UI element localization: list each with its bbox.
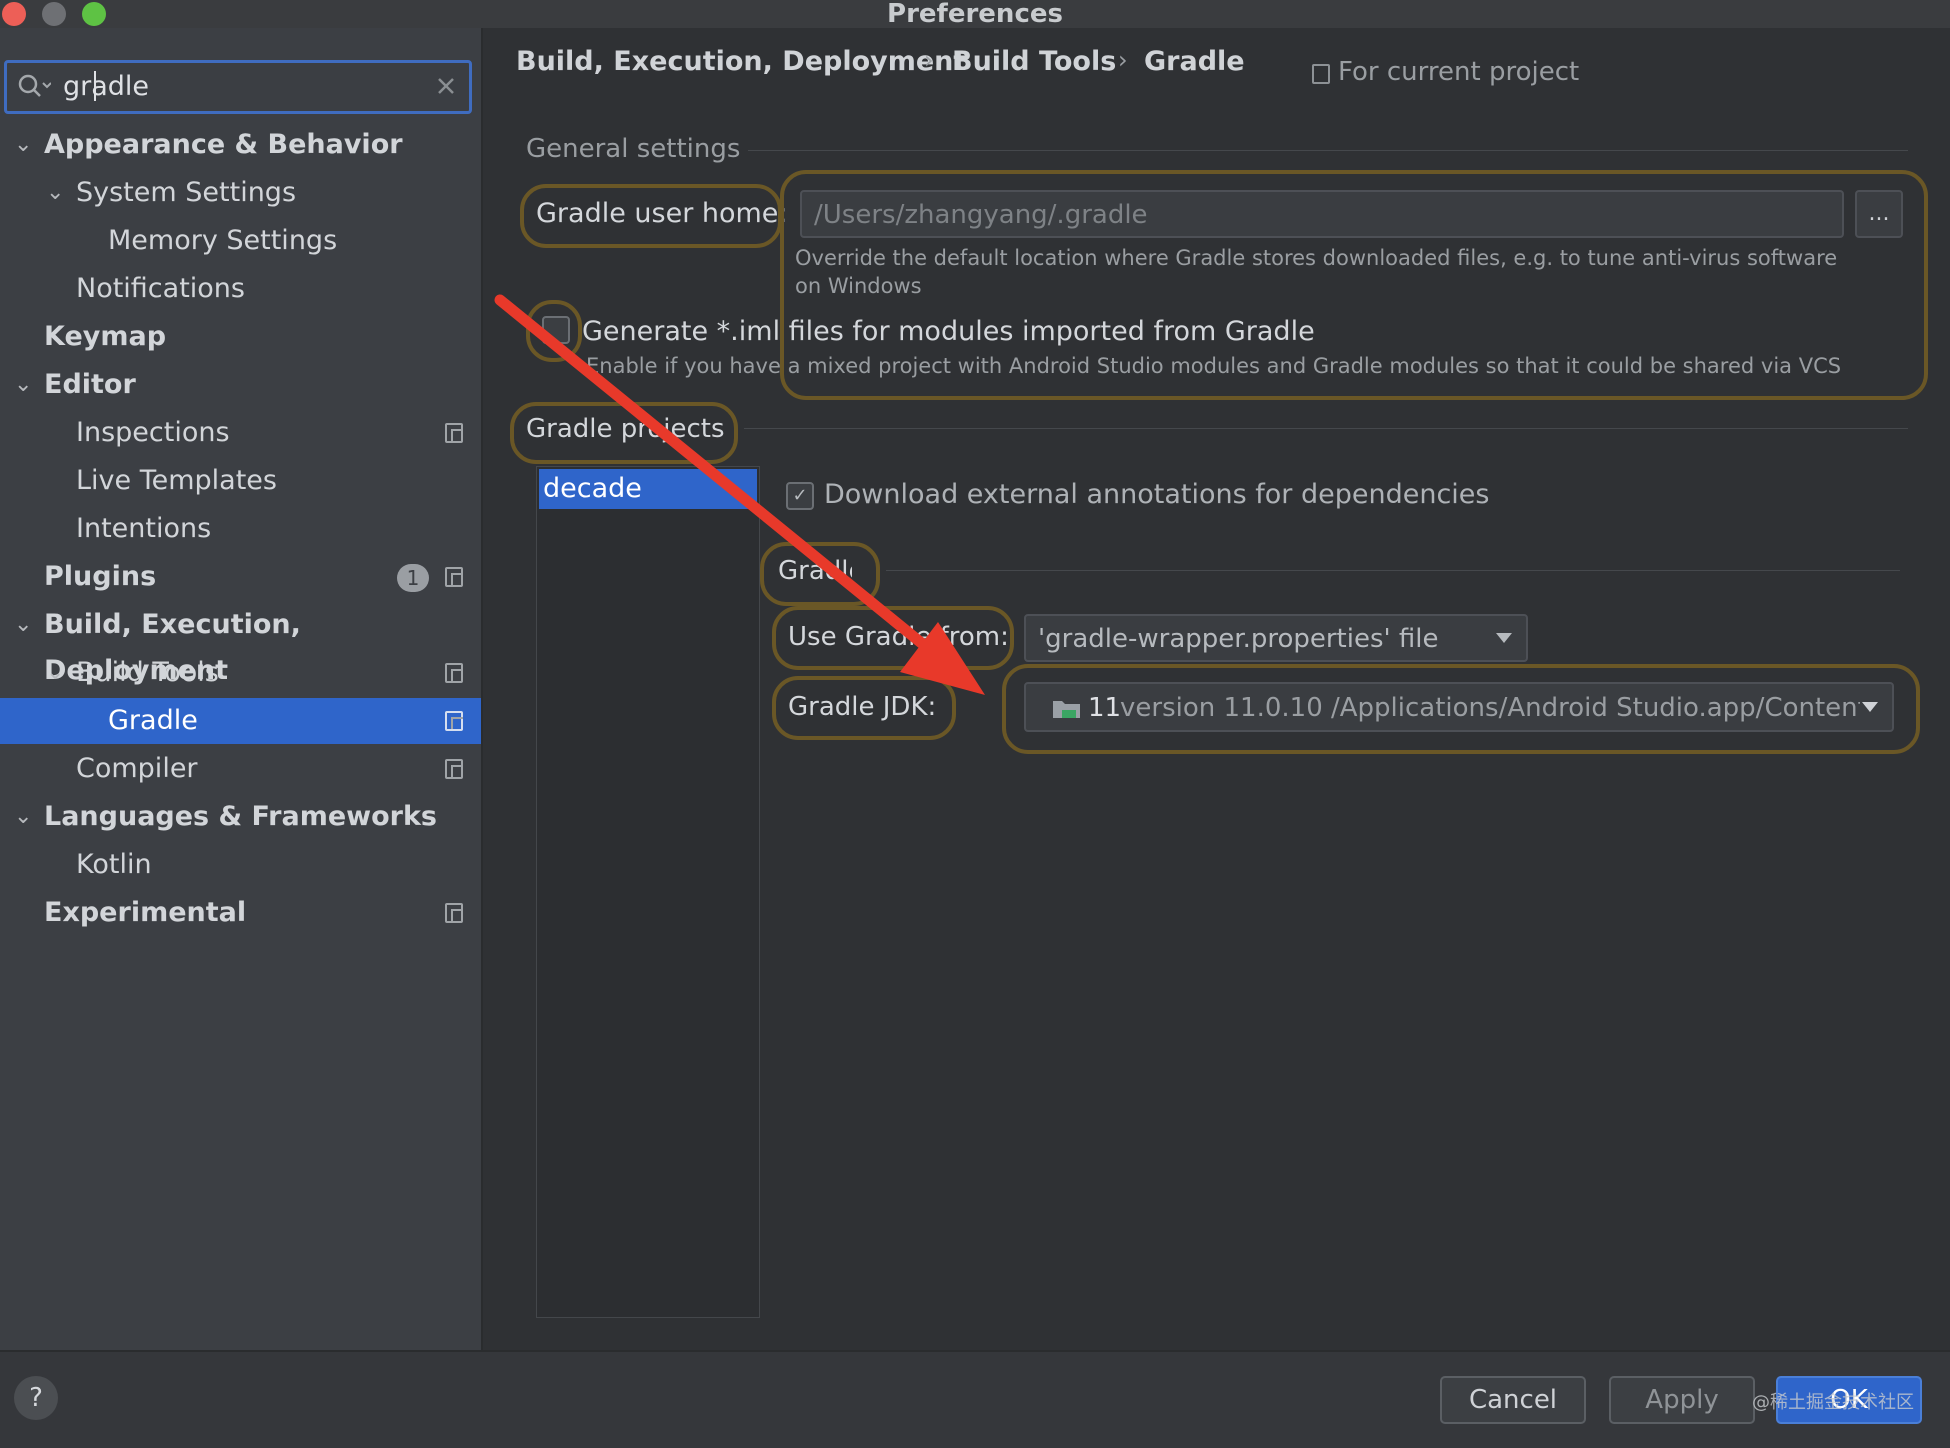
browse-button[interactable]: ...: [1855, 190, 1903, 238]
breadcrumb-build-tools[interactable]: Build Tools: [952, 46, 1116, 77]
sidebar-item-editor[interactable]: ⌄ Editor: [0, 362, 481, 408]
settings-sidebar: gradle ⌄ Appearance & Behavior ⌄ System …: [0, 28, 483, 1350]
project-scope-icon: [445, 903, 463, 923]
sidebar-item-label: Compiler: [76, 753, 198, 784]
gradle-section-title: Gradle: [778, 556, 852, 586]
project-list-item[interactable]: decade: [539, 469, 757, 509]
sidebar-item-gradle[interactable]: Gradle: [0, 698, 481, 744]
search-input[interactable]: gradle: [63, 71, 149, 102]
project-scope-icon: [445, 711, 463, 731]
sidebar-item-languages-frameworks[interactable]: ⌄ Languages & Frameworks: [0, 794, 481, 840]
sidebar-item-label: System Settings: [76, 177, 297, 208]
gradle-user-home-field[interactable]: /Users/zhangyang/.gradle: [800, 190, 1844, 238]
sidebar-item-label: Keymap: [44, 321, 167, 352]
gradle-user-home-hint: Override the default location where Grad…: [795, 246, 1838, 298]
sidebar-item-memory-settings[interactable]: Memory Settings: [0, 218, 481, 264]
generate-iml-label[interactable]: Generate *.iml files for modules importe…: [582, 316, 1315, 347]
sidebar-item-kotlin[interactable]: Kotlin: [0, 842, 481, 888]
general-settings-title: General settings: [526, 134, 741, 164]
section-divider: [886, 570, 1900, 571]
gradle-jdk-label: Gradle JDK:: [788, 692, 937, 722]
project-scope-icon: [445, 423, 463, 443]
chevron-down-icon[interactable]: ⌄: [14, 794, 32, 840]
section-divider: [748, 150, 1908, 151]
gradle-user-home-input[interactable]: /Users/zhangyang/.gradle: [814, 200, 1148, 230]
gradle-projects-list: decade: [536, 466, 760, 1318]
watermark: @稀土掘金技术社区: [1752, 1392, 1914, 1413]
window-title: Preferences: [887, 0, 1063, 29]
gradle-jdk-dropdown[interactable]: 11 version 11.0.10 /Applications/Android…: [1024, 682, 1894, 732]
sidebar-item-label: Memory Settings: [108, 225, 338, 256]
update-count-badge: 1: [397, 564, 429, 592]
sidebar-item-compiler[interactable]: Compiler: [0, 746, 481, 792]
project-name: decade: [543, 473, 642, 504]
download-annotations-label[interactable]: Download external annotations for depend…: [824, 479, 1489, 510]
sidebar-item-label: Kotlin: [76, 849, 152, 880]
sidebar-item-label: Intentions: [76, 513, 212, 544]
jdk-version: 11: [1088, 693, 1122, 723]
sidebar-item-intentions[interactable]: Intentions: [0, 506, 481, 552]
project-scope-icon: [445, 663, 463, 683]
clear-search-icon[interactable]: [437, 77, 455, 95]
chevron-down-icon[interactable]: ⌄: [14, 122, 32, 168]
text-cursor: [94, 71, 96, 101]
project-scope-icon: [445, 567, 463, 587]
generate-iml-hint: Enable if you have a mixed project with …: [586, 354, 1842, 378]
sidebar-item-inspections[interactable]: Inspections: [0, 410, 481, 456]
chevron-down-icon[interactable]: ⌄: [14, 602, 32, 648]
settings-search-field[interactable]: gradle: [4, 60, 472, 114]
sidebar-item-label: Live Templates: [76, 465, 277, 496]
sidebar-item-appearance-behavior[interactable]: ⌄ Appearance & Behavior: [0, 122, 481, 168]
sidebar-item-label: Gradle: [108, 705, 198, 736]
gradle-user-home-label: Gradle user home:: [536, 198, 788, 229]
sidebar-item-label: Languages & Frameworks: [44, 801, 438, 832]
cancel-button[interactable]: Cancel: [1440, 1376, 1586, 1424]
sidebar-item-plugins[interactable]: Plugins 1: [0, 554, 481, 600]
apply-button[interactable]: Apply: [1609, 1376, 1755, 1424]
sidebar-item-build-tools[interactable]: ⌄ Build Tools: [0, 650, 481, 696]
sidebar-item-experimental[interactable]: Experimental: [0, 890, 481, 936]
chevron-down-icon[interactable]: ⌄: [14, 362, 32, 408]
sidebar-item-live-templates[interactable]: Live Templates: [0, 458, 481, 504]
breadcrumb-build-execution-deployment[interactable]: Build, Execution, Deployment: [516, 46, 966, 77]
title-bar: Preferences: [0, 0, 1950, 29]
sidebar-item-label: Experimental: [44, 897, 247, 928]
use-gradle-from-value: 'gradle-wrapper.properties' file: [1038, 624, 1439, 654]
section-divider: [744, 428, 1908, 429]
breadcrumb-gradle: Gradle: [1144, 46, 1245, 77]
sidebar-item-notifications[interactable]: Notifications: [0, 266, 481, 312]
gradle-projects-title: Gradle projects: [526, 414, 725, 444]
chevron-down-icon[interactable]: [1862, 702, 1878, 712]
project-scope-icon: [445, 759, 463, 779]
project-scope-icon: [1312, 64, 1330, 84]
breadcrumb-separator-icon: ›: [924, 46, 934, 74]
sidebar-item-label: Plugins: [44, 561, 157, 592]
jdk-folder-icon: [1053, 701, 1080, 718]
search-icon: [18, 74, 51, 97]
sidebar-item-system-settings[interactable]: ⌄ System Settings: [0, 170, 481, 216]
chevron-down-icon[interactable]: ⌄: [46, 650, 64, 696]
use-gradle-from-dropdown[interactable]: 'gradle-wrapper.properties' file: [1024, 614, 1528, 662]
breadcrumb-separator-icon: ›: [1118, 46, 1128, 74]
chevron-down-icon[interactable]: [1496, 633, 1512, 643]
chevron-down-icon[interactable]: ⌄: [46, 170, 64, 216]
sidebar-item-label: Notifications: [76, 273, 245, 304]
sidebar-item-label: Editor: [44, 369, 136, 400]
generate-iml-checkbox[interactable]: [542, 316, 570, 344]
help-button[interactable]: ?: [14, 1376, 58, 1420]
sidebar-item-label: Build Tools: [76, 657, 219, 688]
scope-label: For current project: [1338, 57, 1580, 87]
download-annotations-checkbox[interactable]: ✓: [786, 482, 814, 510]
jdk-detail: version 11.0.10 /Applications/Android St…: [1120, 693, 1860, 723]
sidebar-item-label: Appearance & Behavior: [44, 129, 403, 160]
use-gradle-from-label: Use Gradle from:: [788, 622, 1009, 652]
sidebar-item-keymap[interactable]: Keymap: [0, 314, 481, 360]
sidebar-item-label: Inspections: [76, 417, 230, 448]
sidebar-item-build-execution-deployment[interactable]: ⌄ Build, Execution, Deployment: [0, 602, 481, 686]
